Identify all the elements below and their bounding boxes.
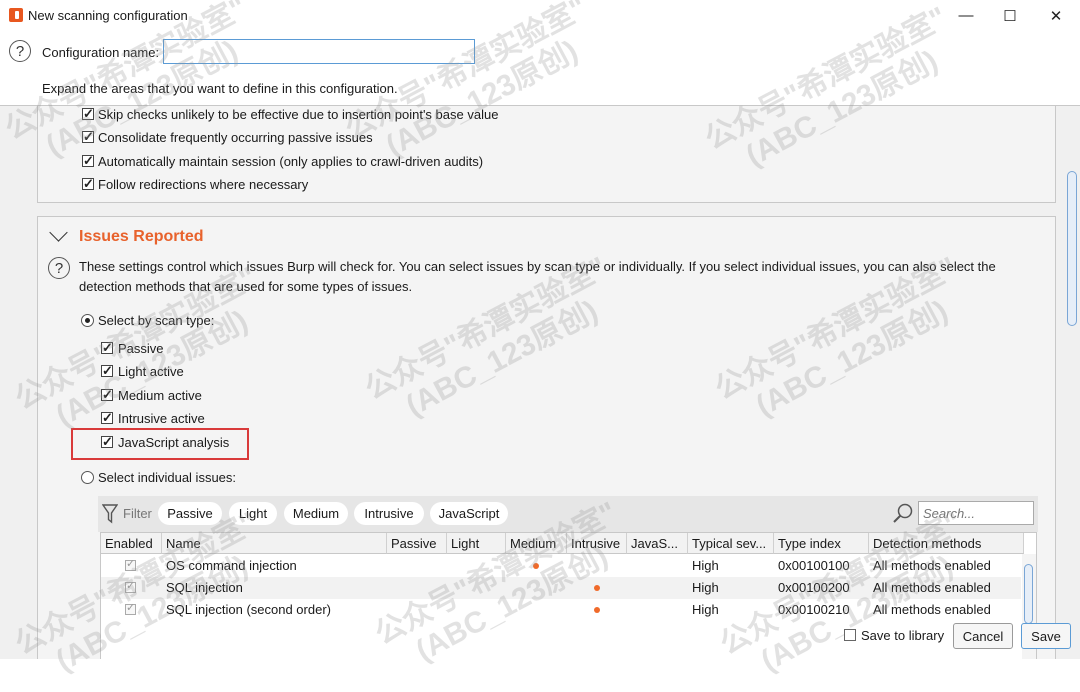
filter-label: Filter — [123, 506, 152, 521]
issue-name: SQL injection (second order) — [166, 602, 331, 617]
config-name-label: Configuration name: — [42, 45, 160, 60]
issues-reported-title[interactable]: Issues Reported — [79, 228, 203, 246]
follow-redirections-label: Follow redirections where necessary — [98, 177, 309, 192]
column-header-name[interactable]: Name — [162, 533, 387, 554]
column-header-javascript[interactable]: JavaS... — [627, 533, 688, 554]
table-scrollbar-thumb[interactable] — [1024, 564, 1033, 624]
issue-detection: All methods enabled — [873, 602, 991, 617]
light-active-label: Light active — [118, 364, 184, 379]
help-icon[interactable]: ? — [9, 40, 31, 62]
issue-severity: High — [692, 602, 719, 617]
intrusive-dot-icon — [594, 607, 600, 613]
maintain-session-checkbox[interactable] — [82, 152, 94, 169]
medium-dot-icon — [533, 563, 539, 569]
filter-pill-javascript[interactable]: JavaScript — [430, 502, 508, 525]
issue-type-index: 0x00100200 — [778, 580, 850, 595]
filter-pill-intrusive[interactable]: Intrusive — [354, 502, 424, 525]
consolidate-passive-label: Consolidate frequently occurring passive… — [98, 130, 373, 145]
follow-redirections-checkbox[interactable] — [82, 175, 94, 192]
issue-name: SQL injection — [166, 580, 243, 595]
minimize-button[interactable]: — — [943, 0, 989, 31]
intrusive-active-label: Intrusive active — [118, 411, 205, 426]
save-to-library-label: Save to library — [861, 628, 945, 643]
passive-checkbox[interactable] — [101, 339, 113, 356]
table-row[interactable]: SQL injection High 0x00100200 All method… — [101, 577, 1021, 599]
issue-filter-bar: Filter Passive Light Medium Intrusive Ja… — [98, 496, 1038, 532]
table-row[interactable]: OS command injection High 0x00100100 All… — [101, 555, 1021, 577]
issue-search-input[interactable] — [918, 501, 1034, 525]
search-icon — [893, 503, 913, 523]
select-individual-issues-label: Select individual issues: — [98, 470, 237, 485]
select-individual-issues-radio[interactable] — [81, 471, 94, 484]
select-by-scan-type-radio[interactable] — [81, 314, 94, 327]
issues-description: These settings control which issues Burp… — [79, 259, 996, 294]
column-header-intrusive[interactable]: Intrusive — [567, 533, 627, 554]
maintain-session-label: Automatically maintain session (only app… — [98, 154, 484, 169]
filter-pill-medium[interactable]: Medium — [284, 502, 348, 525]
column-header-detection-methods[interactable]: Detection methods — [869, 533, 1024, 554]
window-title: New scanning configuration — [28, 8, 188, 23]
column-header-light[interactable]: Light — [447, 533, 506, 554]
expand-instructions: Expand the areas that you want to define… — [42, 81, 398, 96]
save-to-library-checkbox[interactable] — [844, 629, 856, 641]
filter-pill-passive[interactable]: Passive — [158, 502, 222, 525]
issue-detection: All methods enabled — [873, 558, 991, 573]
issue-severity: High — [692, 558, 719, 573]
intrusive-active-checkbox[interactable] — [101, 409, 113, 426]
skip-checks-label: Skip checks unlikely to be effective due… — [98, 107, 499, 122]
dialog-footer: Save to library Cancel Save — [835, 620, 1075, 654]
config-name-input[interactable] — [163, 39, 475, 64]
row-enabled-checkbox[interactable] — [125, 601, 136, 616]
row-enabled-checkbox[interactable] — [125, 579, 136, 594]
issue-type-index: 0x00100210 — [778, 602, 850, 617]
issue-name: OS command injection — [166, 558, 297, 573]
table-row[interactable]: SQL injection (second order) High 0x0010… — [101, 599, 1021, 621]
column-header-type-index[interactable]: Type index — [774, 533, 869, 554]
medium-active-label: Medium active — [118, 388, 202, 403]
help-icon[interactable]: ? — [48, 257, 70, 279]
burp-icon — [9, 8, 23, 22]
content-scrollbar-thumb[interactable] — [1067, 171, 1077, 326]
issue-severity: High — [692, 580, 719, 595]
filter-icon[interactable] — [102, 504, 118, 524]
column-header-typical-severity[interactable]: Typical sev... — [688, 533, 774, 554]
title-bar: New scanning configuration — ☐ ✕ — [0, 0, 1080, 31]
config-content: Skip checks unlikely to be effective due… — [0, 106, 1065, 659]
select-by-scan-type-label: Select by scan type: — [98, 313, 215, 328]
highlight-box — [71, 428, 249, 460]
row-enabled-checkbox[interactable] — [125, 557, 136, 572]
content-scrollbar[interactable] — [1065, 106, 1080, 659]
maximize-button[interactable]: ☐ — [987, 0, 1033, 31]
light-active-checkbox[interactable] — [101, 362, 113, 379]
column-header-enabled[interactable]: Enabled — [101, 533, 162, 554]
medium-active-checkbox[interactable] — [101, 386, 113, 403]
passive-label: Passive — [118, 341, 164, 356]
issue-detection: All methods enabled — [873, 580, 991, 595]
issue-type-index: 0x00100100 — [778, 558, 850, 573]
audit-options-panel: Skip checks unlikely to be effective due… — [37, 106, 1056, 203]
filter-pill-light[interactable]: Light — [229, 502, 277, 525]
skip-checks-checkbox[interactable] — [82, 106, 94, 122]
column-header-medium[interactable]: Medium — [506, 533, 567, 554]
consolidate-passive-checkbox[interactable] — [82, 128, 94, 145]
close-button[interactable]: ✕ — [1033, 0, 1079, 31]
intrusive-dot-icon — [594, 585, 600, 591]
cancel-button[interactable]: Cancel — [953, 623, 1013, 649]
column-header-passive[interactable]: Passive — [387, 533, 447, 554]
save-button[interactable]: Save — [1021, 623, 1071, 649]
